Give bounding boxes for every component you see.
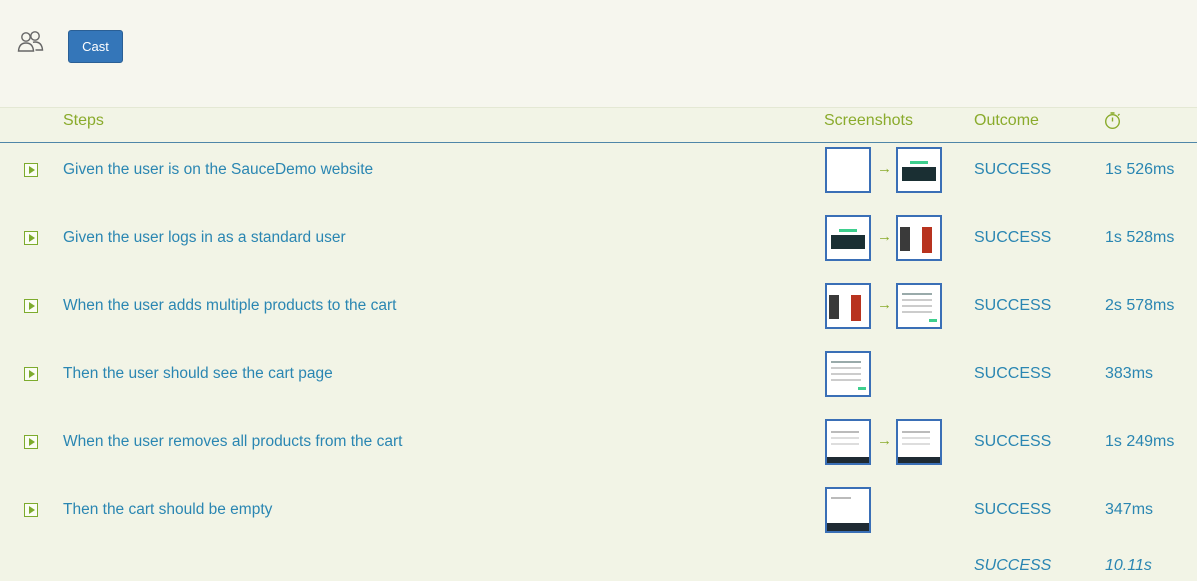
outcome-status: SUCCESS — [974, 297, 1052, 314]
step-duration: 1s 526ms — [1105, 161, 1175, 178]
screenshot-thumbnail[interactable] — [825, 419, 871, 465]
play-icon[interactable] — [24, 435, 38, 449]
outcome-status: SUCCESS — [974, 501, 1052, 518]
play-icon[interactable] — [24, 163, 38, 177]
cast-button[interactable]: Cast — [68, 30, 123, 63]
table-row[interactable]: When the user adds multiple products to … — [0, 272, 1197, 340]
stopwatch-icon — [1104, 111, 1121, 135]
outcome-status: SUCCESS — [974, 365, 1052, 382]
play-icon[interactable] — [24, 503, 38, 517]
screenshot-thumbnail[interactable] — [896, 215, 942, 261]
step-duration: 2s 578ms — [1105, 297, 1175, 314]
step-label[interactable]: When the user adds multiple products to … — [63, 297, 396, 315]
screenshot-thumbnail[interactable] — [825, 487, 871, 533]
toolbar: Cast — [0, 0, 1197, 107]
step-duration: 383ms — [1105, 365, 1154, 382]
table-row[interactable]: Then the user should see the cart page SU… — [0, 340, 1197, 408]
step-duration: 347ms — [1105, 501, 1154, 518]
screenshot-thumbnail[interactable] — [825, 283, 871, 329]
step-label[interactable]: When the user removes all products from … — [63, 433, 402, 451]
screenshot-thumbnail[interactable] — [896, 147, 942, 193]
table-row[interactable]: Given the user is on the SauceDemo websi… — [0, 136, 1197, 204]
users-icon — [17, 30, 45, 54]
table-row[interactable]: Then the cart should be empty SUCCESS 347m… — [0, 476, 1197, 544]
arrow-icon: → — [877, 432, 892, 449]
total-duration: 10.11s — [1105, 557, 1152, 574]
table-row[interactable]: Given the user logs in as a standard use… — [0, 204, 1197, 272]
outcome-status: SUCCESS — [974, 229, 1052, 246]
header-screenshots: Screenshots — [824, 112, 913, 129]
step-duration: 1s 528ms — [1105, 229, 1175, 246]
header-outcome: Outcome — [974, 112, 1039, 129]
play-icon[interactable] — [24, 367, 38, 381]
outcome-status: SUCCESS — [974, 433, 1052, 450]
step-duration: 1s 249ms — [1105, 433, 1175, 450]
arrow-icon: → — [877, 296, 892, 313]
screenshot-thumbnail[interactable] — [896, 283, 942, 329]
step-label[interactable]: Given the user logs in as a standard use… — [63, 229, 346, 247]
table-row[interactable]: When the user removes all products from … — [0, 408, 1197, 476]
screenshot-thumbnail[interactable] — [896, 419, 942, 465]
step-label[interactable]: Then the cart should be empty — [63, 501, 272, 519]
step-label[interactable]: Then the user should see the cart page — [63, 365, 333, 383]
arrow-icon: → — [877, 228, 892, 245]
screenshot-thumbnail[interactable] — [825, 215, 871, 261]
steps-table: Steps Screenshots Outcome Given the user… — [0, 107, 1197, 581]
step-label[interactable]: Given the user is on the SauceDemo websi… — [63, 161, 373, 179]
total-outcome: SUCCESS — [974, 557, 1052, 574]
arrow-icon: → — [877, 160, 892, 177]
header-steps: Steps — [63, 112, 104, 129]
outcome-status: SUCCESS — [974, 161, 1052, 178]
screenshot-thumbnail[interactable] — [825, 147, 871, 193]
screenshot-thumbnail[interactable] — [825, 351, 871, 397]
play-icon[interactable] — [24, 299, 38, 313]
play-icon[interactable] — [24, 231, 38, 245]
